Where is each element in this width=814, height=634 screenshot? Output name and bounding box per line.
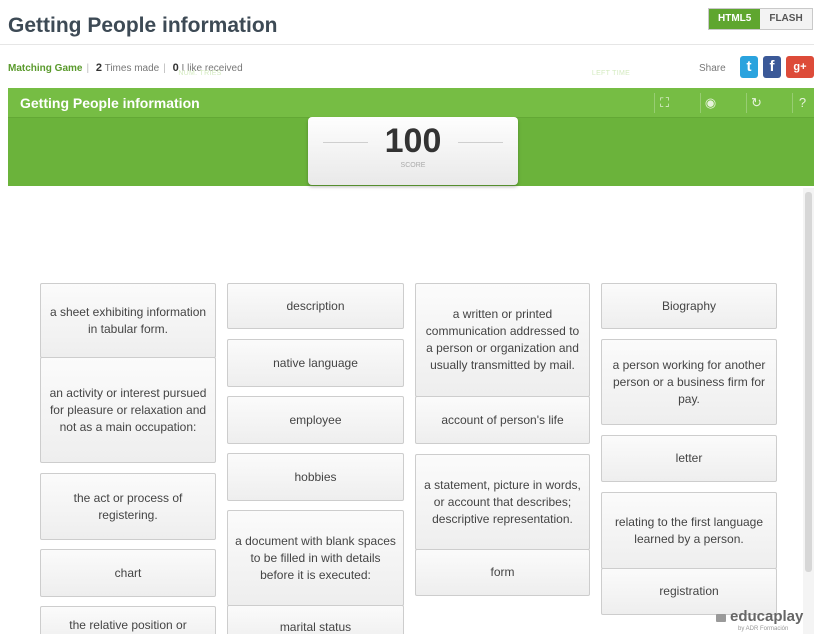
logo-subtitle: by ADR Formación — [738, 626, 789, 632]
match-card[interactable]: native language — [227, 339, 404, 387]
times-made-count: 2 — [95, 62, 102, 74]
share-label: Share — [699, 63, 726, 74]
game-title-bar: Getting People information ⛶ ◉ ↻ ? — [8, 88, 814, 118]
match-card[interactable]: the act or process of registering. — [40, 473, 216, 540]
tries-total: /5 — [200, 54, 210, 65]
score-panel: 100 SCORE — [308, 117, 518, 185]
title-divider — [0, 44, 814, 45]
match-card[interactable]: a sheet exhibiting information in tabula… — [40, 283, 216, 358]
game-title: Getting People information — [20, 95, 200, 111]
educaplay-logo: educaplay by ADR Formación — [712, 608, 814, 634]
format-switch: HTML5 FLASH — [708, 8, 813, 30]
match-card[interactable]: Biography — [601, 283, 777, 329]
match-card[interactable]: a person working for another person or a… — [601, 339, 777, 425]
google-plus-share-button[interactable]: g+ — [786, 56, 814, 78]
page-title: Getting People information — [8, 14, 278, 37]
match-card[interactable]: a document with blank spaces to be fille… — [227, 510, 404, 606]
logo-text: educaplay — [730, 608, 804, 625]
facebook-share-button[interactable]: f — [763, 56, 781, 78]
html5-format-button[interactable]: HTML5 — [709, 9, 761, 29]
flash-format-button[interactable]: FLASH — [760, 9, 812, 29]
fullscreen-icon[interactable]: ⛶ — [654, 93, 674, 113]
time-counter: 01:33 LEFT TIME — [566, 46, 656, 77]
scrollbar-thumb[interactable] — [805, 192, 812, 572]
match-card[interactable]: form — [415, 549, 590, 596]
tries-label: NUM. TRIES — [178, 70, 222, 77]
time-label: LEFT TIME — [591, 70, 631, 77]
match-card[interactable]: employee — [227, 396, 404, 444]
activity-type-link[interactable]: Matching Game — [8, 63, 82, 74]
match-card[interactable]: hobbies — [227, 453, 404, 501]
google-plus-icon: g+ — [793, 61, 807, 73]
facebook-icon: f — [769, 58, 775, 75]
times-made-label: Times made — [104, 63, 160, 74]
twitter-share-button[interactable]: t — [740, 56, 758, 78]
match-card[interactable]: description — [227, 283, 404, 329]
time-value: 01:33 — [587, 46, 635, 66]
match-card[interactable]: an activity or interest pursued for plea… — [40, 357, 216, 463]
score-value: 100 — [384, 122, 442, 160]
match-card[interactable]: marital status — [227, 605, 404, 634]
score-label: SCORE — [400, 162, 426, 169]
match-card[interactable]: a written or printed communication addre… — [415, 283, 590, 397]
help-icon[interactable]: ? — [792, 93, 812, 113]
match-card[interactable]: chart — [40, 549, 216, 597]
sound-icon[interactable]: ◉ — [700, 93, 720, 113]
twitter-icon: t — [746, 58, 752, 75]
match-card[interactable]: the relative position or — [40, 606, 216, 634]
match-card[interactable]: a statement, picture in words, or accoun… — [415, 454, 590, 550]
match-card[interactable]: account of person's life — [415, 396, 590, 444]
match-card[interactable]: relating to the first language learned b… — [601, 492, 777, 569]
tries-value: 0 — [190, 46, 201, 66]
tries-counter: 0/5 NUM. TRIES — [155, 46, 245, 77]
match-card[interactable]: letter — [601, 435, 777, 482]
logo-icon — [716, 614, 726, 622]
restart-icon[interactable]: ↻ — [746, 93, 766, 113]
